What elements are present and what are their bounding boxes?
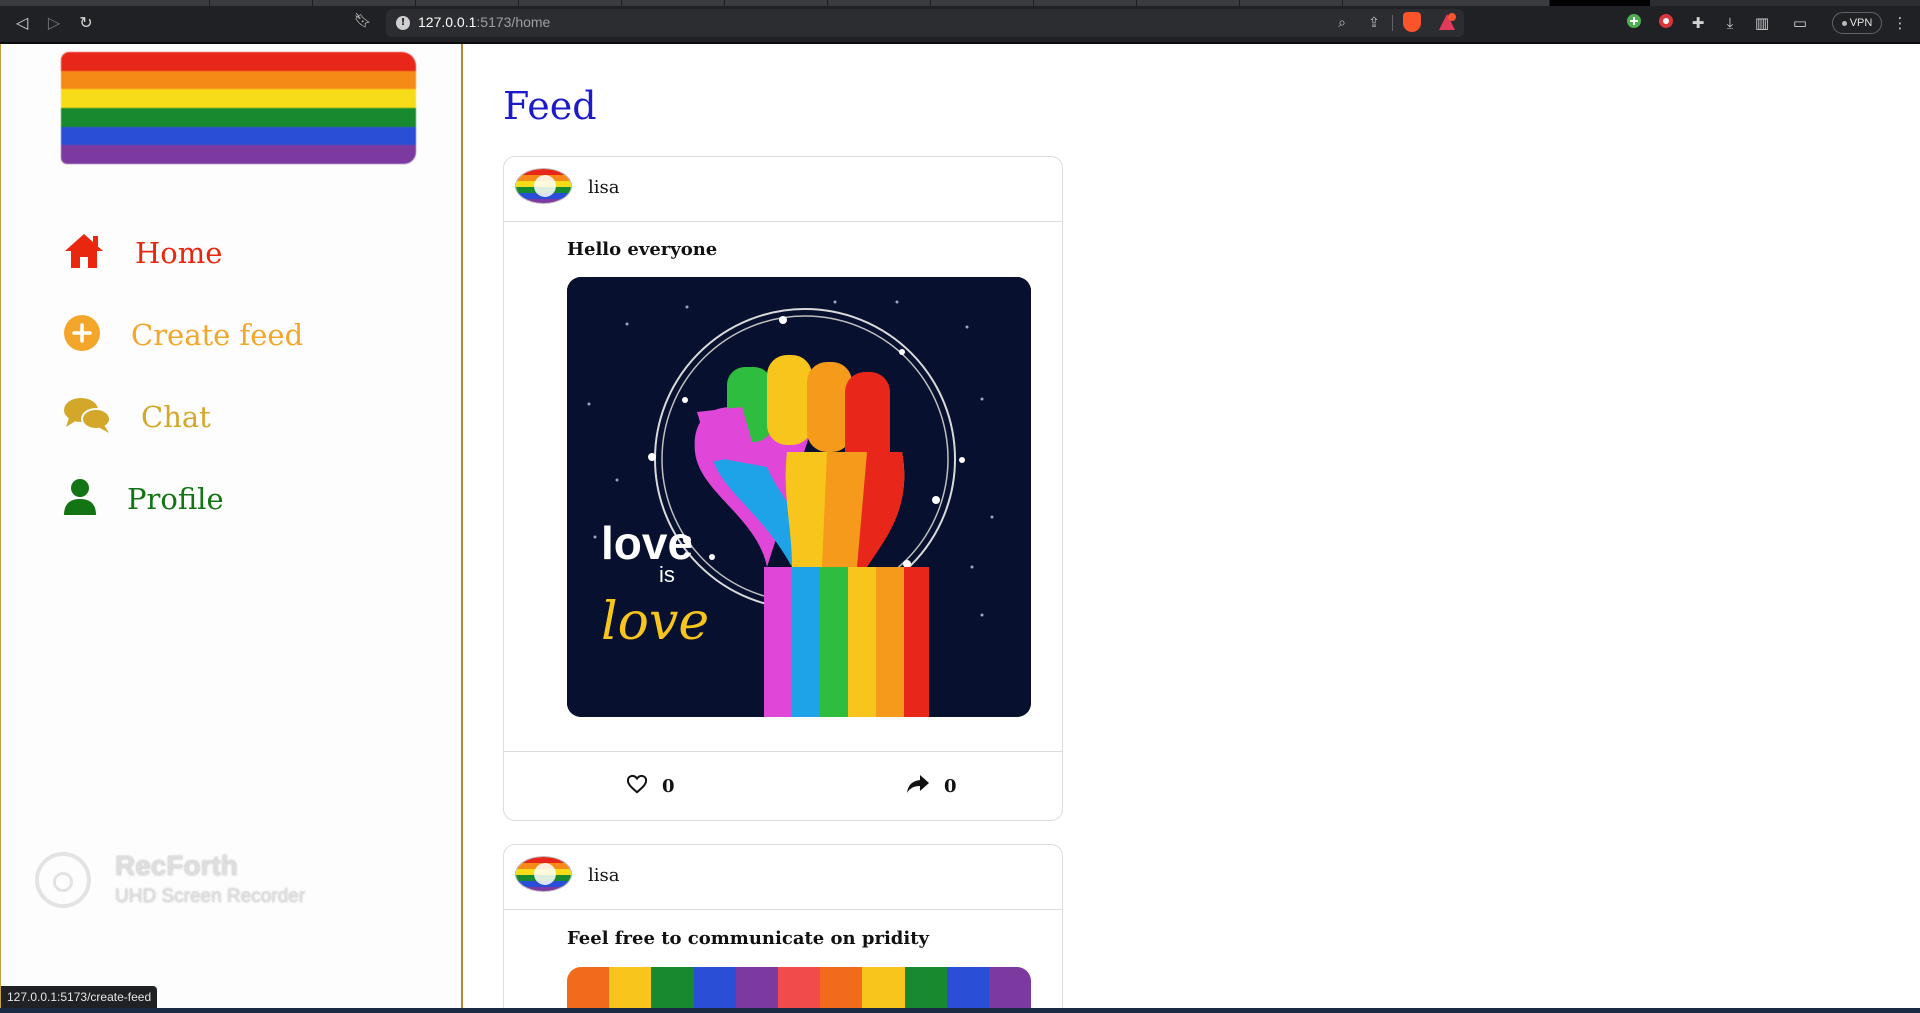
brave-shield-icon[interactable]: [1403, 12, 1421, 32]
link-status-bar: 127.0.0.1:5173/create-feed: [1, 986, 158, 1008]
heart-icon: [626, 774, 648, 799]
nav-create-feed-label: Create feed: [131, 318, 304, 352]
image-text-love: love: [601, 517, 693, 569]
brave-rewards-icon[interactable]: [1438, 13, 1456, 31]
recorder-title: RecForth: [115, 850, 238, 881]
user-icon: [63, 478, 97, 520]
home-icon: [63, 232, 105, 274]
nav-chat[interactable]: Chat: [63, 392, 211, 442]
wallet-icon[interactable]: ▭: [1790, 13, 1810, 33]
extensions-puzzle-icon[interactable]: ✚: [1688, 13, 1708, 33]
nav-profile[interactable]: Profile: [63, 474, 224, 524]
post-caption: Feel free to communicate on pridity: [567, 928, 929, 949]
post-header: lisa: [504, 845, 1062, 910]
recorder-subtitle: UHD Screen Recorder: [115, 886, 306, 907]
url-path: :5173/home: [476, 14, 551, 30]
post-username[interactable]: lisa: [588, 865, 619, 886]
page: Home Create feed Chat Profile RecForth U…: [0, 44, 1920, 1008]
bookmark-icon[interactable]: 🔖︎: [354, 13, 372, 31]
share-icon[interactable]: ⇪: [1364, 13, 1384, 33]
sidebar: Home Create feed Chat Profile RecForth U…: [0, 44, 463, 1008]
vpn-status-dot: [1841, 20, 1847, 26]
nav-chat-label: Chat: [141, 400, 211, 434]
vpn-button[interactable]: VPN: [1832, 12, 1882, 34]
avatar[interactable]: [515, 856, 572, 892]
extension-red-icon[interactable]: [1656, 13, 1676, 33]
avatar[interactable]: [515, 168, 572, 204]
nav-profile-label: Profile: [127, 482, 224, 516]
post-header: lisa: [504, 157, 1062, 222]
zoom-icon[interactable]: ⌕: [1332, 13, 1352, 33]
url-text[interactable]: 127.0.0.1:5173/home: [418, 14, 550, 30]
browser-toolbar: ◁ ▷ ↻ 🔖︎ ! 127.0.0.1:5173/home ⌕ ⇪ ✚ ⤓ ▥…: [0, 0, 1920, 44]
vpn-label: VPN: [1849, 17, 1873, 29]
forward-button[interactable]: ▷: [44, 13, 64, 33]
reload-button[interactable]: ↻: [76, 13, 96, 33]
nav-home-label: Home: [135, 236, 223, 270]
back-button[interactable]: ◁: [12, 13, 32, 33]
downloads-icon[interactable]: ⤓: [1720, 13, 1740, 33]
nav-create-feed[interactable]: Create feed: [63, 310, 303, 360]
main-content: Feed lisa Hello everyone love is love 0 …: [465, 44, 1920, 1008]
share-button[interactable]: 0: [906, 774, 957, 799]
like-button[interactable]: 0: [626, 774, 675, 799]
recorder-logo-icon: [35, 852, 91, 908]
plus-circle-icon: [63, 314, 101, 356]
post-actions: 0 0: [504, 751, 1062, 820]
feed-post: lisa Hello everyone love is love 0 0: [503, 156, 1063, 821]
post-image[interactable]: [567, 967, 1031, 1008]
share-count: 0: [944, 776, 957, 797]
like-count: 0: [662, 776, 675, 797]
menu-icon[interactable]: ⋮: [1890, 13, 1910, 33]
nav-home[interactable]: Home: [63, 228, 222, 278]
extension-green-icon[interactable]: [1624, 13, 1644, 33]
recorder-watermark: RecForth UHD Screen Recorder: [35, 850, 325, 914]
chat-bubbles-icon: [63, 396, 111, 438]
site-info-icon[interactable]: !: [396, 16, 410, 30]
taskbar-edge: [0, 1008, 1920, 1013]
share-arrow-icon: [906, 774, 930, 799]
post-caption: Hello everyone: [567, 239, 718, 260]
post-username[interactable]: lisa: [588, 177, 619, 198]
url-divider: [1392, 15, 1393, 31]
page-title: Feed: [503, 84, 597, 128]
address-bar[interactable]: ! 127.0.0.1:5173/home ⌕ ⇪: [386, 9, 1464, 37]
sidebar-toggle-icon[interactable]: ▥: [1752, 13, 1772, 33]
feed-post: lisa Feel free to communicate on pridity: [503, 844, 1063, 1008]
image-text-love-script: love: [601, 592, 709, 652]
url-host: 127.0.0.1: [418, 14, 477, 30]
tab-strip: [0, 0, 1920, 6]
pride-flag-logo[interactable]: [61, 52, 416, 164]
image-text-is: is: [659, 562, 675, 587]
post-image[interactable]: love is love: [567, 277, 1031, 717]
